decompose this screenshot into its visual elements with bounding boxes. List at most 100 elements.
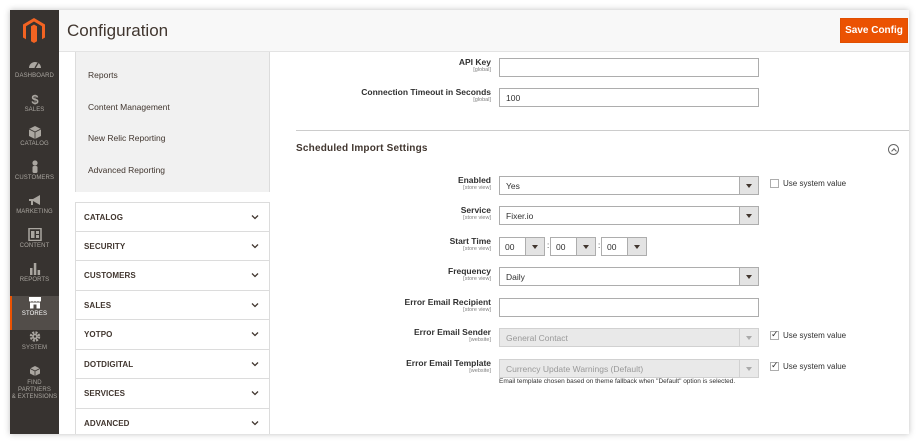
field-label: Error Email Sender [website] — [414, 327, 491, 344]
menu-label-line2: & EXTENSIONS — [11, 394, 58, 400]
frequency-select[interactable]: Daily — [499, 267, 759, 286]
error-template-use-system-value[interactable]: Use system value — [770, 360, 846, 371]
collapse-icon[interactable] — [888, 144, 899, 155]
menu-label: CATALOG — [20, 141, 49, 147]
menu-item-catalog[interactable]: CATALOG — [10, 126, 59, 160]
menu-item-customers[interactable]: CUSTOMERS — [10, 160, 59, 194]
menu-item-find-partners[interactable]: FIND PARTNERS & EXTENSIONS — [10, 366, 59, 406]
label-text: Frequency — [448, 266, 491, 276]
menu-label: FIND PARTNERS — [18, 380, 51, 393]
label-text: Enabled — [457, 175, 491, 185]
subnav-item-content-management[interactable]: Content Management — [88, 102, 170, 112]
menu-item-marketing[interactable]: MARKETING — [10, 194, 59, 228]
tab-group-label: SALES — [84, 300, 112, 310]
menu-label: CUSTOMERS — [14, 175, 55, 181]
use-system-value-checkbox[interactable] — [770, 329, 779, 340]
scope-text: [store view] — [463, 246, 491, 252]
field-api-key: API Key [global] — [280, 56, 909, 78]
tab-group-sales[interactable]: SALES — [75, 290, 270, 320]
field-label: Start Time [store view] — [450, 236, 491, 253]
enabled-use-system-value[interactable]: Use system value — [770, 179, 846, 188]
label-text: Error Email Sender — [413, 327, 491, 337]
field-error-email-template: Error Email Template [website] Currency … — [280, 357, 909, 379]
field-service: Service [store view] Fixer.io — [280, 204, 909, 226]
scope-text: [global] — [473, 97, 491, 103]
field-label: Connection Timeout in Seconds [global] — [361, 87, 491, 104]
select-value: 00 — [607, 242, 617, 252]
subnav-item-new-relic-reporting[interactable]: New Relic Reporting — [88, 133, 165, 143]
menu-item-content[interactable]: CONTENT — [10, 228, 59, 262]
error-sender-use-system-value[interactable]: Use system value — [770, 329, 847, 340]
chevron-down-icon — [525, 238, 544, 255]
chevron-down-icon — [576, 238, 595, 255]
config-content: API Key [global] Connection Timeout in S… — [280, 52, 909, 434]
menu-label: SALES — [24, 107, 45, 113]
tab-group-label: CUSTOMERS — [84, 271, 136, 280]
api-key-input[interactable] — [499, 58, 759, 77]
field-label: API Key [global] — [459, 57, 491, 74]
chevron-down-icon — [251, 420, 259, 425]
enabled-select[interactable]: Yes — [499, 176, 759, 195]
field-label: Service [store view] — [461, 205, 491, 222]
tab-group-customers[interactable]: CUSTOMERS — [75, 261, 270, 291]
layout-icon — [27, 228, 42, 241]
tab-group-yotpo[interactable]: YOTPO — [75, 320, 270, 350]
admin-menu: DASHBOARD $ SALES CATALOG CUSTOMERS MARK… — [10, 10, 59, 434]
tab-group-label: CATALOG — [84, 213, 124, 222]
subnav-item-advanced-reporting[interactable]: Advanced Reporting — [88, 165, 165, 175]
error-email-recipient-input[interactable] — [499, 298, 759, 317]
start-time-second-select[interactable]: 00 — [601, 237, 647, 256]
menu-item-stores[interactable]: STORES — [10, 296, 59, 330]
tab-group-catalog[interactable]: CATALOG — [75, 202, 270, 232]
scope-text: [website] — [469, 368, 491, 374]
tab-group-security[interactable]: SECURITY — [75, 231, 270, 261]
select-value: Yes — [506, 181, 520, 191]
person-icon — [31, 160, 38, 173]
field-label: Error Email Template [website] — [406, 358, 491, 375]
chevron-down-icon — [251, 391, 259, 396]
chevron-down-icon — [251, 302, 259, 307]
field-error-email-sender: Error Email Sender [website] General Con… — [280, 326, 909, 348]
scope-text: [store view] — [463, 215, 491, 221]
connection-timeout-input[interactable] — [499, 88, 759, 107]
start-time-minute-select[interactable]: 00 — [550, 237, 596, 256]
chevron-down-icon — [251, 243, 259, 248]
time-separator: : — [547, 241, 550, 250]
tab-group-dotdigital[interactable]: DOTDIGITAL — [75, 349, 270, 379]
start-time-hour-select[interactable]: 00 — [499, 237, 545, 256]
bar-chart-icon — [29, 263, 40, 275]
subnav-item-reports[interactable]: Reports — [88, 70, 118, 80]
field-label: Frequency [store view] — [448, 266, 491, 283]
field-connection-timeout: Connection Timeout in Seconds [global] — [280, 86, 909, 108]
app-frame: DASHBOARD $ SALES CATALOG CUSTOMERS MARK… — [10, 10, 909, 434]
store-icon — [28, 297, 41, 309]
tab-group-services[interactable]: SERVICES — [75, 379, 270, 409]
label-text: Service — [460, 205, 491, 215]
dollar-icon: $ — [31, 92, 39, 105]
tab-group-label: SERVICES — [84, 389, 126, 398]
section-title: Scheduled Import Settings — [296, 143, 428, 154]
field-error-email-recipient: Error Email Recipient [store view] — [280, 296, 909, 318]
menu-item-sales[interactable]: $ SALES — [10, 92, 59, 126]
tab-group-label: SECURITY — [84, 241, 126, 251]
menu-item-reports[interactable]: REPORTS — [10, 262, 59, 296]
scope-text: [store view] — [463, 276, 491, 282]
menu-item-system[interactable]: SYSTEM — [10, 330, 59, 364]
use-system-value-checkbox[interactable] — [770, 360, 779, 371]
scheduled-import-section-header[interactable]: Scheduled Import Settings — [296, 130, 909, 160]
error-email-sender-select[interactable]: General Contact — [499, 328, 759, 347]
field-start-time: Start Time [store view] 00 : 00 : 00 — [280, 235, 909, 257]
chevron-down-icon — [739, 177, 758, 194]
use-system-value-label: Use system value — [783, 331, 847, 340]
error-email-template-select[interactable]: Currency Update Warnings (Default) — [499, 359, 759, 378]
field-frequency: Frequency [store view] Daily — [280, 265, 909, 287]
tab-group-advanced[interactable]: ADVANCED — [75, 408, 270, 434]
service-select[interactable]: Fixer.io — [499, 206, 759, 225]
use-system-value-checkbox[interactable] — [770, 179, 779, 188]
scope-text: [store view] — [463, 185, 491, 191]
select-value: 00 — [505, 242, 515, 252]
menu-label: MARKETING — [16, 209, 53, 215]
save-config-button[interactable]: Save Config — [840, 18, 908, 43]
magento-logo-icon[interactable] — [23, 18, 45, 44]
menu-item-dashboard[interactable]: DASHBOARD — [10, 58, 59, 92]
